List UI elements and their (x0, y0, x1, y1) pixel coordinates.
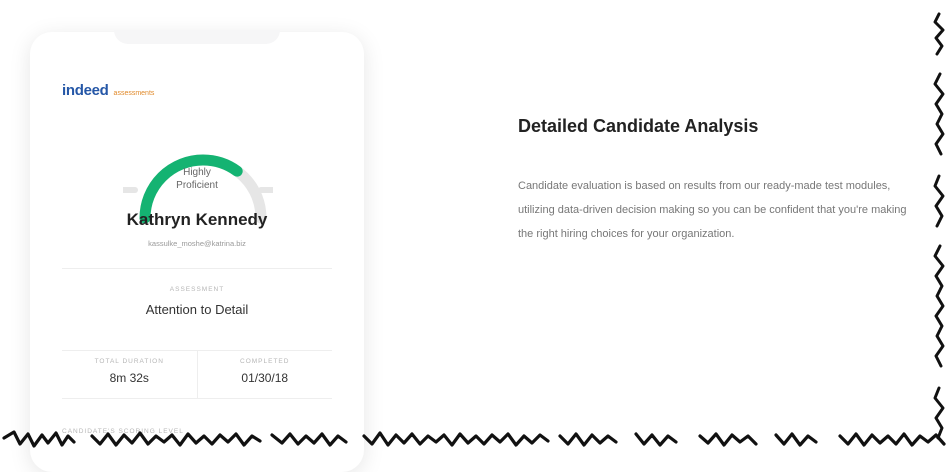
total-duration-label: TOTAL DURATION (94, 358, 164, 365)
candidate-email: kassulke_moshe@katrina.biz (148, 239, 246, 248)
proficiency-level-line1: Highly (183, 167, 211, 178)
logo-subtitle: assessments (113, 90, 155, 97)
completed-stat: COMPLETED 01/30/18 (196, 350, 333, 398)
assessment-phone-card: indeed assessments Highly Proficient Kat… (30, 30, 364, 472)
indeed-assessments-logo: indeed assessments (62, 82, 154, 99)
phone-notch (114, 30, 280, 44)
total-duration-value: 8m 32s (109, 371, 149, 385)
completed-label: COMPLETED (240, 358, 290, 365)
candidate-name: Kathryn Kennedy (126, 210, 268, 229)
assessment-stats: TOTAL DURATION 8m 32s COMPLETED 01/30/18 (62, 350, 332, 398)
divider (62, 268, 332, 269)
proficiency-level-label: Highly Proficient (30, 166, 364, 192)
completed-value: 01/30/18 (241, 371, 289, 385)
divider (62, 398, 332, 399)
total-duration-stat: TOTAL DURATION 8m 32s (62, 350, 197, 398)
logo-brand: indeed (62, 82, 109, 99)
ink-scribble-right-decoration (933, 12, 945, 440)
assessment-value: Attention to Detail (145, 302, 249, 317)
feature-description: Candidate evaluation is based on results… (518, 180, 907, 240)
feature-title: Detailed Candidate Analysis (518, 116, 759, 136)
assessment-label: ASSESSMENT (169, 286, 225, 293)
ink-scribble-bottom-decoration (2, 430, 946, 448)
proficiency-level-line2: Proficient (176, 180, 218, 191)
